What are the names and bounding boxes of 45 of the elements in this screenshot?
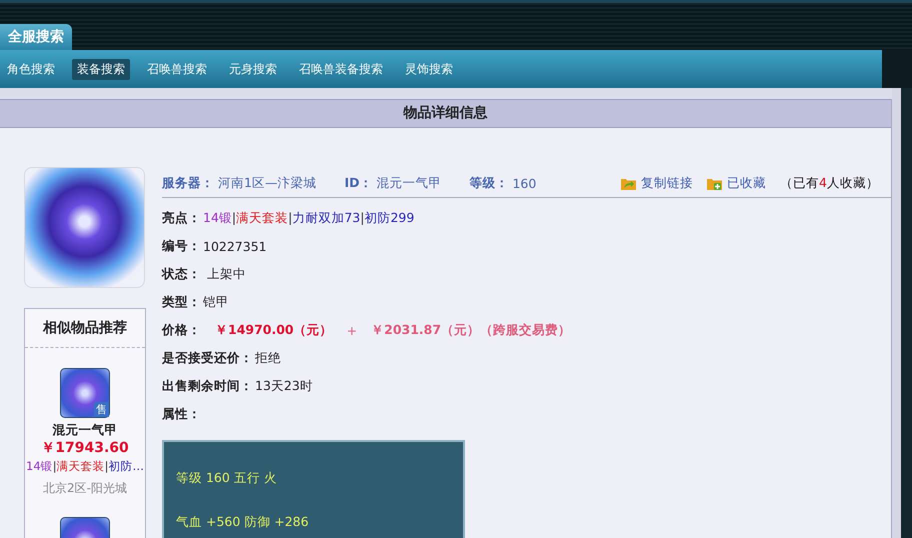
price-label: 价格： [162,322,201,338]
sale-badge: 售 [94,402,109,417]
all-server-search-tab[interactable]: 全服搜索 [0,24,72,50]
item-server: 北京2区-阳光城 [43,480,127,497]
highlights-value: 14锻|满天套装|力耐双加73|初防299 [203,210,414,226]
item-highlights: 14锻|满天套装|初防… [26,459,144,474]
armor-thumbnail[interactable]: 售 [60,368,110,418]
highlights-label: 亮点： [162,210,201,226]
field-value: 拒绝 [255,350,281,366]
price-value: ￥14970.00（元） [215,322,333,338]
nav-tab[interactable]: 灵饰搜索 [400,58,458,80]
field-label: 出售剩余时间： [162,378,253,394]
field-value: 10227351 [203,238,267,254]
copy-link[interactable]: 复制链接 [621,174,694,192]
nav-tab[interactable]: 召唤兽装备搜索 [294,58,388,80]
level-value: 160 [512,176,536,190]
level-label: 等级： [469,174,508,192]
item-name[interactable]: 混元一气甲 [52,422,118,439]
field-value: 铠甲 [203,294,229,310]
similar-items-title: 相似物品推荐 [25,309,145,348]
attribute-line: 气血 +560 防御 +286 [176,514,310,531]
nav-tab[interactable]: 装备搜索 [72,58,130,80]
nav-tab[interactable]: 召唤兽搜索 [142,58,212,80]
field-label: 是否接受还价： [162,350,253,366]
field-label: 编号： [162,238,201,254]
field-value: 13天23时 [255,378,313,394]
id-value: 混元一气甲 [376,174,442,192]
favorite-link[interactable]: 已收藏 [707,174,766,192]
id-label: ID： [344,174,372,192]
attribute-line: 等级 160 五行 火 [176,470,278,487]
field-label: 状态： [162,266,201,282]
fee-value: ￥2031.87（元）（跨服交易费） [371,322,572,338]
folder-arrow-icon [621,176,636,190]
nav-tab[interactable]: 角色搜索 [2,58,60,80]
plus-sign: + [346,322,358,338]
server-value: 河南1区—汴梁城 [218,174,316,192]
panel-title: 物品详细信息 [0,99,891,128]
item-price: ￥17943.60 [41,439,129,457]
attributes-label: 属性： [162,406,201,422]
nav-tab[interactable]: 元身搜索 [224,58,282,80]
field-value: 上架中 [206,266,246,282]
folder-plus-icon [707,176,722,190]
favorite-count: （已有4人收藏） [780,174,879,192]
server-label: 服务器： [162,174,214,192]
field-label: 类型： [162,294,201,310]
